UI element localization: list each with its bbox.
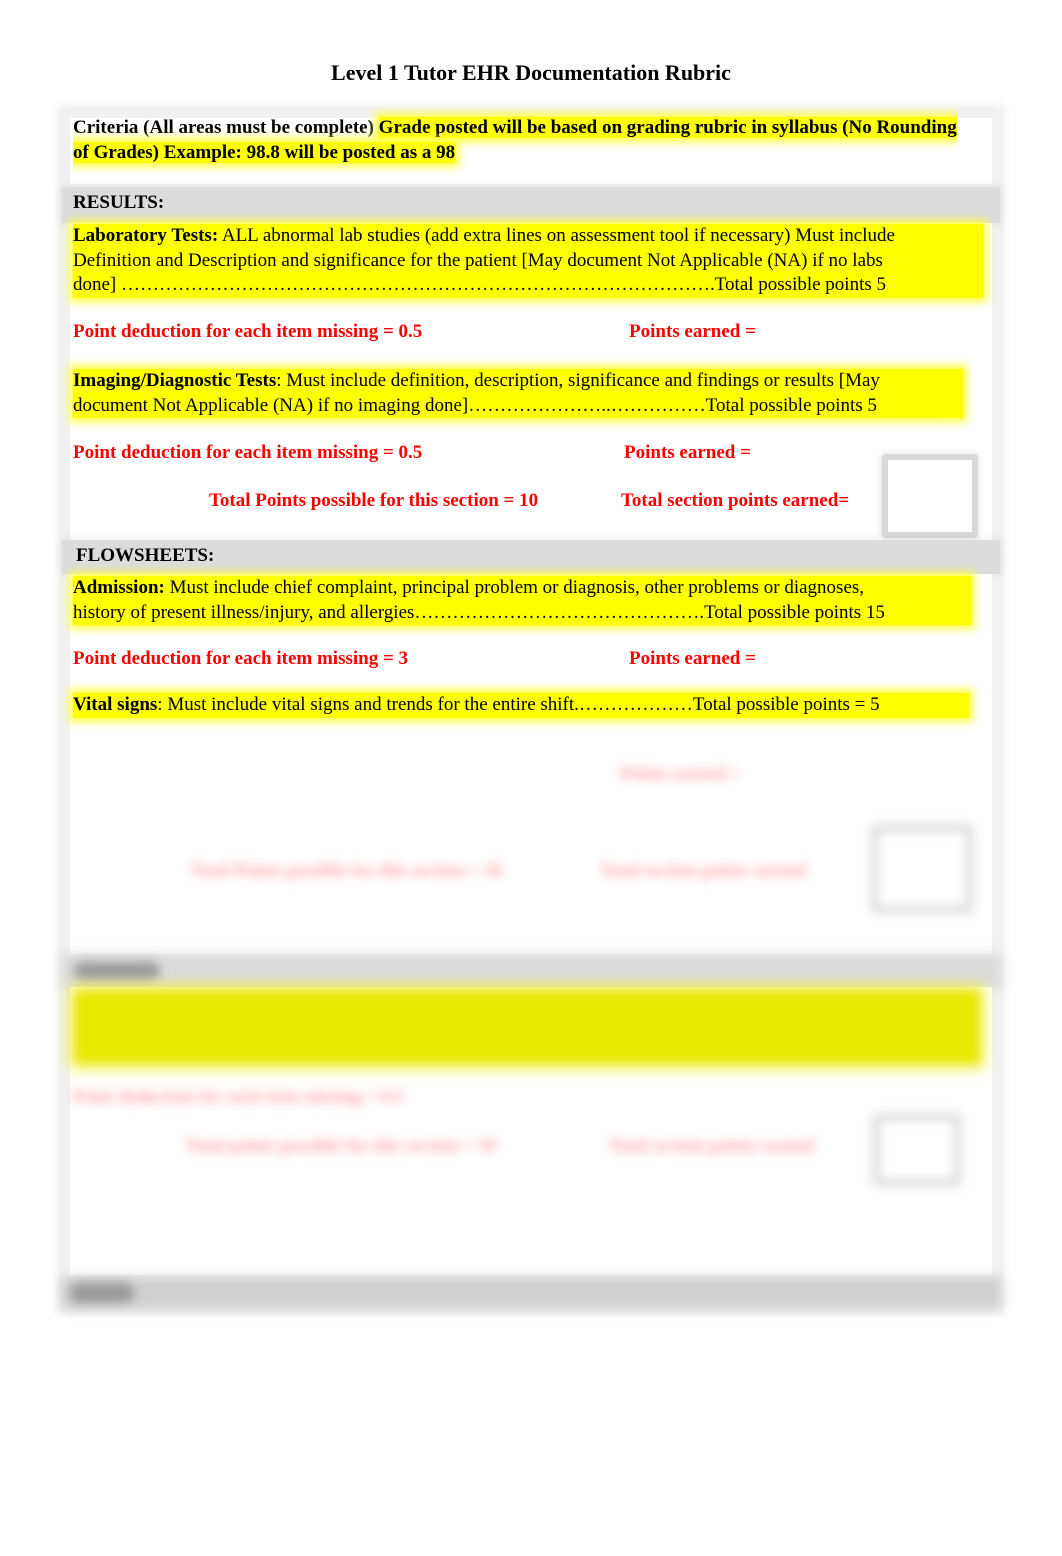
orders-total-possible: Total points possible for this section =… <box>185 1135 496 1155</box>
orders-total-earned: Total section points earned <box>608 1135 814 1155</box>
flowsheets-total-possible: Total Points possible for this section =… <box>190 860 502 880</box>
admission-desc-2: history of present illness/injury, and a… <box>73 601 885 623</box>
section-header-flowsheets: FLOWSHEETS: <box>62 540 1000 574</box>
criteria-text: Criteria (All areas must be complete) Gr… <box>73 116 973 165</box>
document-title: Level 1 Tutor EHR Documentation Rubric <box>331 60 731 85</box>
results-total-earned: Total section points earned= <box>621 490 850 511</box>
flowsheets-total-earned: Total section points earned <box>600 860 806 880</box>
orders-header-label <box>74 962 160 980</box>
lab-tests-item: Laboratory Tests: ALL abnormal lab studi… <box>73 224 983 298</box>
vital-signs-name: Vital signs <box>73 694 158 715</box>
lab-tests-desc-1: ALL abnormal lab studies (add extra line… <box>218 225 895 246</box>
orders-item-blurred <box>76 992 978 1062</box>
vital-signs-points-earned: Points earned = <box>620 763 741 783</box>
results-score-box[interactable] <box>882 454 978 538</box>
lab-deduction: Point deduction for each item missing = … <box>73 321 423 342</box>
orders-score-box <box>874 1115 960 1185</box>
lab-tests-desc-2: Definition and Description and significa… <box>73 249 883 271</box>
section-header-label: FLOWSHEETS: <box>76 545 215 566</box>
section-header-results: RESULTS: <box>62 187 1000 223</box>
imaging-name: Imaging/Diagnostic Tests <box>73 370 277 391</box>
vital-signs-item: Vital signs: Must include vital signs an… <box>73 693 969 718</box>
orders-deduction: Point deduction for each item missing = … <box>73 1086 404 1106</box>
admission-name: Admission: <box>73 577 165 598</box>
admission-points-earned[interactable]: Points earned = <box>629 648 756 670</box>
imaging-points-earned[interactable]: Points earned = <box>624 442 751 464</box>
lab-points-earned[interactable]: Points earned = <box>629 321 756 343</box>
imaging-item: Imaging/Diagnostic Tests: Must include d… <box>73 369 963 418</box>
section-header-label: RESULTS: <box>73 192 165 213</box>
lab-tests-desc-3: done] ………………………………………………………………………………….To… <box>73 274 887 295</box>
imaging-desc-2: document Not Applicable (NA) if no imagi… <box>73 394 877 416</box>
admission-deduction: Point deduction for each item missing = … <box>73 648 409 669</box>
mar-header-label <box>70 1283 134 1303</box>
imaging-desc-1: : Must include definition, description, … <box>276 370 880 391</box>
admission-item: Admission: Must include chief complaint,… <box>73 576 971 625</box>
criteria-label: Criteria (All areas must be complete) <box>73 117 374 138</box>
lab-tests-name: Laboratory Tests: <box>73 225 219 246</box>
admission-desc-1: Must include chief complaint, principal … <box>164 577 865 598</box>
imaging-deduction: Point deduction for each item missing = … <box>73 442 423 463</box>
flowsheets-score-box <box>872 826 972 912</box>
vital-signs-desc: : Must include vital signs and trends fo… <box>157 694 880 715</box>
results-total-possible: Total Points possible for this section =… <box>209 490 539 511</box>
section-header-orders <box>62 955 1000 987</box>
flowsheets-cell <box>70 574 992 954</box>
section-header-mar <box>62 1278 1000 1308</box>
